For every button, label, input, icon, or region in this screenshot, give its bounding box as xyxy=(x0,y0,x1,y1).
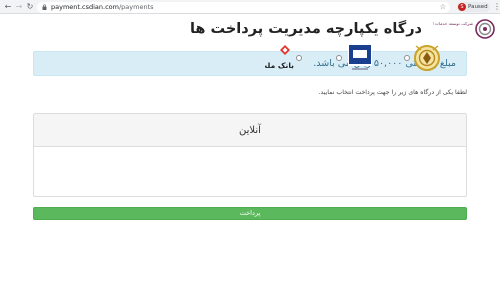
gateway-panel: آنلاین xyxy=(33,113,467,197)
pay-button[interactable]: پرداخت xyxy=(33,207,467,220)
bank-mellat-label: بانک ملت xyxy=(265,61,294,70)
forward-icon[interactable]: → xyxy=(14,2,24,12)
address-bar[interactable]: payment.csdian.com/payments ☆ xyxy=(37,1,450,13)
logo-emblem-icon xyxy=(475,19,495,39)
profile-button[interactable]: S Paused xyxy=(457,2,490,12)
gateway-radio[interactable] xyxy=(296,55,302,61)
logo-text: شرکت توسعه خدمات الکترونیکی آدینه xyxy=(433,21,473,26)
gateway-option-saman[interactable] xyxy=(333,42,372,76)
panel-title: آنلاین xyxy=(239,125,261,136)
url-text: payment.csdian.com/payments xyxy=(51,2,154,11)
saman-bank-logo-icon xyxy=(348,44,372,70)
panel-heading: آنلاین xyxy=(34,114,466,147)
browser-toolbar: ← → ↻ payment.csdian.com/payments ☆ S Pa… xyxy=(0,0,500,14)
menu-icon[interactable]: ⋮ xyxy=(493,2,500,12)
reload-icon[interactable]: ↻ xyxy=(25,2,35,12)
company-logo: شرکت توسعه خدمات الکترونیکی آدینه xyxy=(433,16,495,42)
lock-icon xyxy=(42,4,47,10)
gateway-option-bank-melli[interactable] xyxy=(402,42,440,76)
profile-status: Paused xyxy=(468,4,488,10)
back-icon[interactable]: ← xyxy=(3,2,13,12)
gateway-hint: لطفا یکی از درگاه های زیر را جهت پرداخت … xyxy=(318,89,467,96)
gateway-radio[interactable] xyxy=(404,55,410,61)
gateway-radio[interactable] xyxy=(336,55,342,61)
page-title: درگاه یکپارچه مدیریت پرداخت ها xyxy=(189,21,422,37)
star-icon[interactable]: ☆ xyxy=(440,2,446,13)
gateway-option-bank-mellat[interactable]: بانک ملت xyxy=(260,42,302,76)
avatar: S xyxy=(458,3,466,11)
bank-mellat-logo-icon: بانک ملت xyxy=(265,45,294,70)
bank-melli-logo-icon xyxy=(414,45,440,71)
